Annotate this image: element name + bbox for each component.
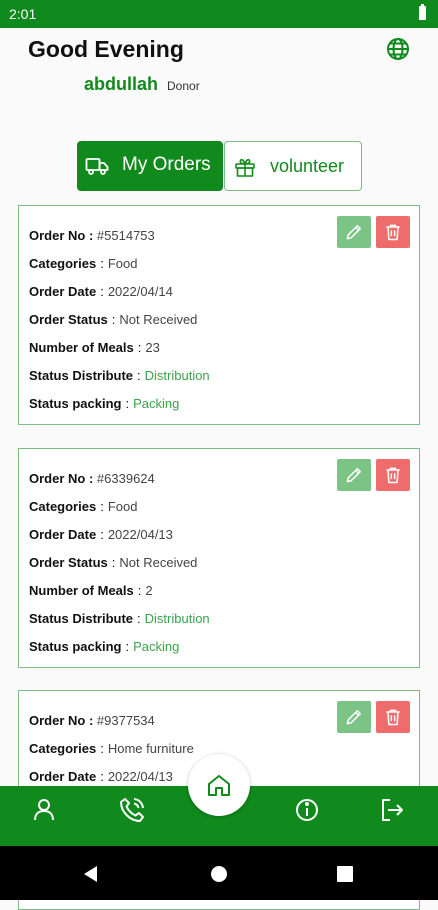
categories-value: Home furniture [107,741,194,756]
status-bar: 2:01 [0,0,438,28]
tab-volunteer-label: volunteer [270,156,345,176]
order-date-label: Order Date [29,769,97,784]
gift-icon [233,155,257,179]
delete-button[interactable] [376,459,410,491]
order-number-row: Order No : #6339624 [29,471,155,486]
trash-icon [386,467,400,484]
pencil-icon [346,225,361,240]
categories-row: Categories: Food [29,256,138,271]
distribute-label: Status Distribute [29,368,134,383]
order-card: Order No : #6339624 Categories: Food Orde… [18,448,420,668]
order-card: Order No : #5514753 Categories: Food Orde… [18,205,420,425]
tab-my-orders-label: My Orders [122,154,211,175]
trash-icon [386,224,400,241]
order-number-row: Order No : #5514753 [29,228,155,243]
pencil-icon [346,468,361,483]
meals-label: Number of Meals [29,340,134,355]
delete-button[interactable] [376,216,410,248]
tab-volunteer[interactable]: volunteer [224,141,362,191]
edit-button[interactable] [337,216,371,248]
order-date-value: 2022/04/13 [107,769,173,784]
status-time: 2:01 [9,6,37,22]
order-number-value: #6339624 [96,471,155,486]
packing-value: Packing [133,396,180,411]
order-date-value: 2022/04/14 [107,284,173,299]
phone-icon [120,798,144,822]
categories-row: Categories: Food [29,499,138,514]
packing-value: Packing [133,639,180,654]
order-date-row: Order Date:2022/04/13 [29,527,173,542]
profile-nav-button[interactable] [28,794,60,826]
distribute-row: Status Distribute: Distribution [29,368,210,383]
order-number-value: #9377534 [96,713,155,728]
back-icon[interactable] [84,866,97,882]
order-status-label: Order Status [29,555,108,570]
order-number-row: Order No : #9377534 [29,713,155,728]
recents-icon[interactable] [337,866,353,882]
distribute-value: Distribution [144,611,210,626]
meals-value: 23 [145,340,160,355]
language-globe-icon[interactable] [386,37,410,61]
order-status-label: Order Status [29,312,108,327]
order-status-value: Not Received [119,312,198,327]
edit-button[interactable] [337,701,371,733]
battery-icon [419,4,426,20]
trash-icon [386,709,400,726]
meals-row: Number of Meals:2 [29,583,153,598]
categories-label: Categories [29,499,97,514]
order-status-row: Order Status: Not Received [29,555,198,570]
info-icon [296,799,318,821]
categories-row: Categories: Home furniture [29,741,194,756]
categories-value: Food [107,499,138,514]
order-date-row: Order Date:2022/04/14 [29,284,173,299]
tab-my-orders[interactable]: My Orders [77,141,223,191]
order-number-label: Order No : [29,471,94,486]
order-number-label: Order No : [29,228,94,243]
truck-icon [85,154,109,178]
order-date-row: Order Date:2022/04/13 [29,769,173,784]
packing-row: Status packing: Packing [29,396,180,411]
order-number-value: #5514753 [96,228,155,243]
distribute-label: Status Distribute [29,611,134,626]
meals-value: 2 [145,583,153,598]
order-date-label: Order Date [29,284,97,299]
categories-label: Categories [29,256,97,271]
packing-label: Status packing [29,396,122,411]
home-icon [208,775,230,796]
meals-label: Number of Meals [29,583,134,598]
edit-button[interactable] [337,459,371,491]
greeting-title: Good Evening [28,36,184,62]
categories-label: Categories [29,741,97,756]
packing-label: Status packing [29,639,122,654]
order-status-value: Not Received [119,555,198,570]
meals-row: Number of Meals:23 [29,340,160,355]
delete-button[interactable] [376,701,410,733]
order-status-row: Order Status: Not Received [29,312,198,327]
packing-row: Status packing: Packing [29,639,180,654]
home-nav-button[interactable] [188,754,250,816]
distribute-value: Distribution [144,368,210,383]
order-number-label: Order No : [29,713,94,728]
logout-icon [382,799,403,821]
person-icon [34,799,54,821]
orders-tabs: My Orders volunteer [77,141,362,191]
contact-nav-button[interactable] [116,794,148,826]
username: abdullah [84,74,159,94]
info-nav-button[interactable] [291,794,323,826]
categories-value: Food [107,256,138,271]
distribute-row: Status Distribute: Distribution [29,611,210,626]
order-date-value: 2022/04/13 [107,527,173,542]
user-role: Donor [167,79,200,93]
order-date-label: Order Date [29,527,97,542]
logout-nav-button[interactable] [376,794,408,826]
home-circle-icon[interactable] [211,866,227,882]
pencil-icon [346,710,361,725]
